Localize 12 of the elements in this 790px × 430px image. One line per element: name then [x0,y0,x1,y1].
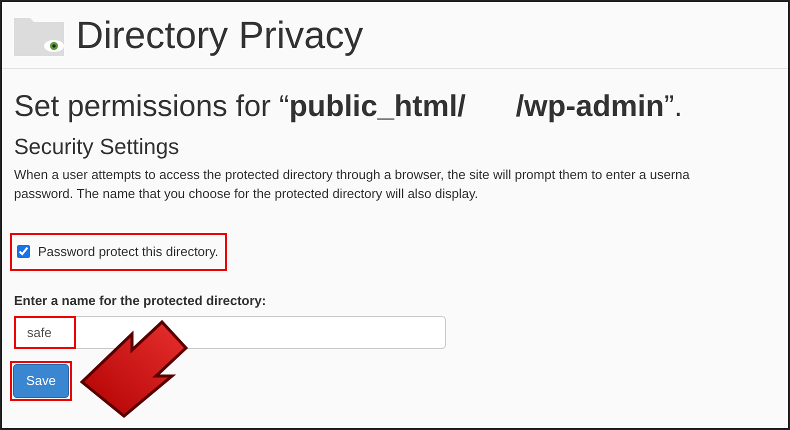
description-line: When a user attempts to access the protected directory through a browser, the site will prompt them to enter a userna [14,166,691,184]
checkbox[interactable] [17,245,30,258]
description-line: password. The name that you choose for the protected directory will also display. [14,185,480,203]
page-title: Directory Privacy [76,14,364,59]
name-field[interactable]: safe [14,316,446,349]
field-value: safe [27,324,52,342]
field-label: Enter a name for the protected directory: [14,292,268,310]
section-title: Security Settings [14,133,180,161]
save-button[interactable]: Save [13,364,69,398]
folder-eye-icon [14,16,64,56]
checkbox-label: Password protect this directory. [38,243,220,261]
permissions-heading: Set permissions for “public_html/ /wp-admin”. [14,89,684,125]
